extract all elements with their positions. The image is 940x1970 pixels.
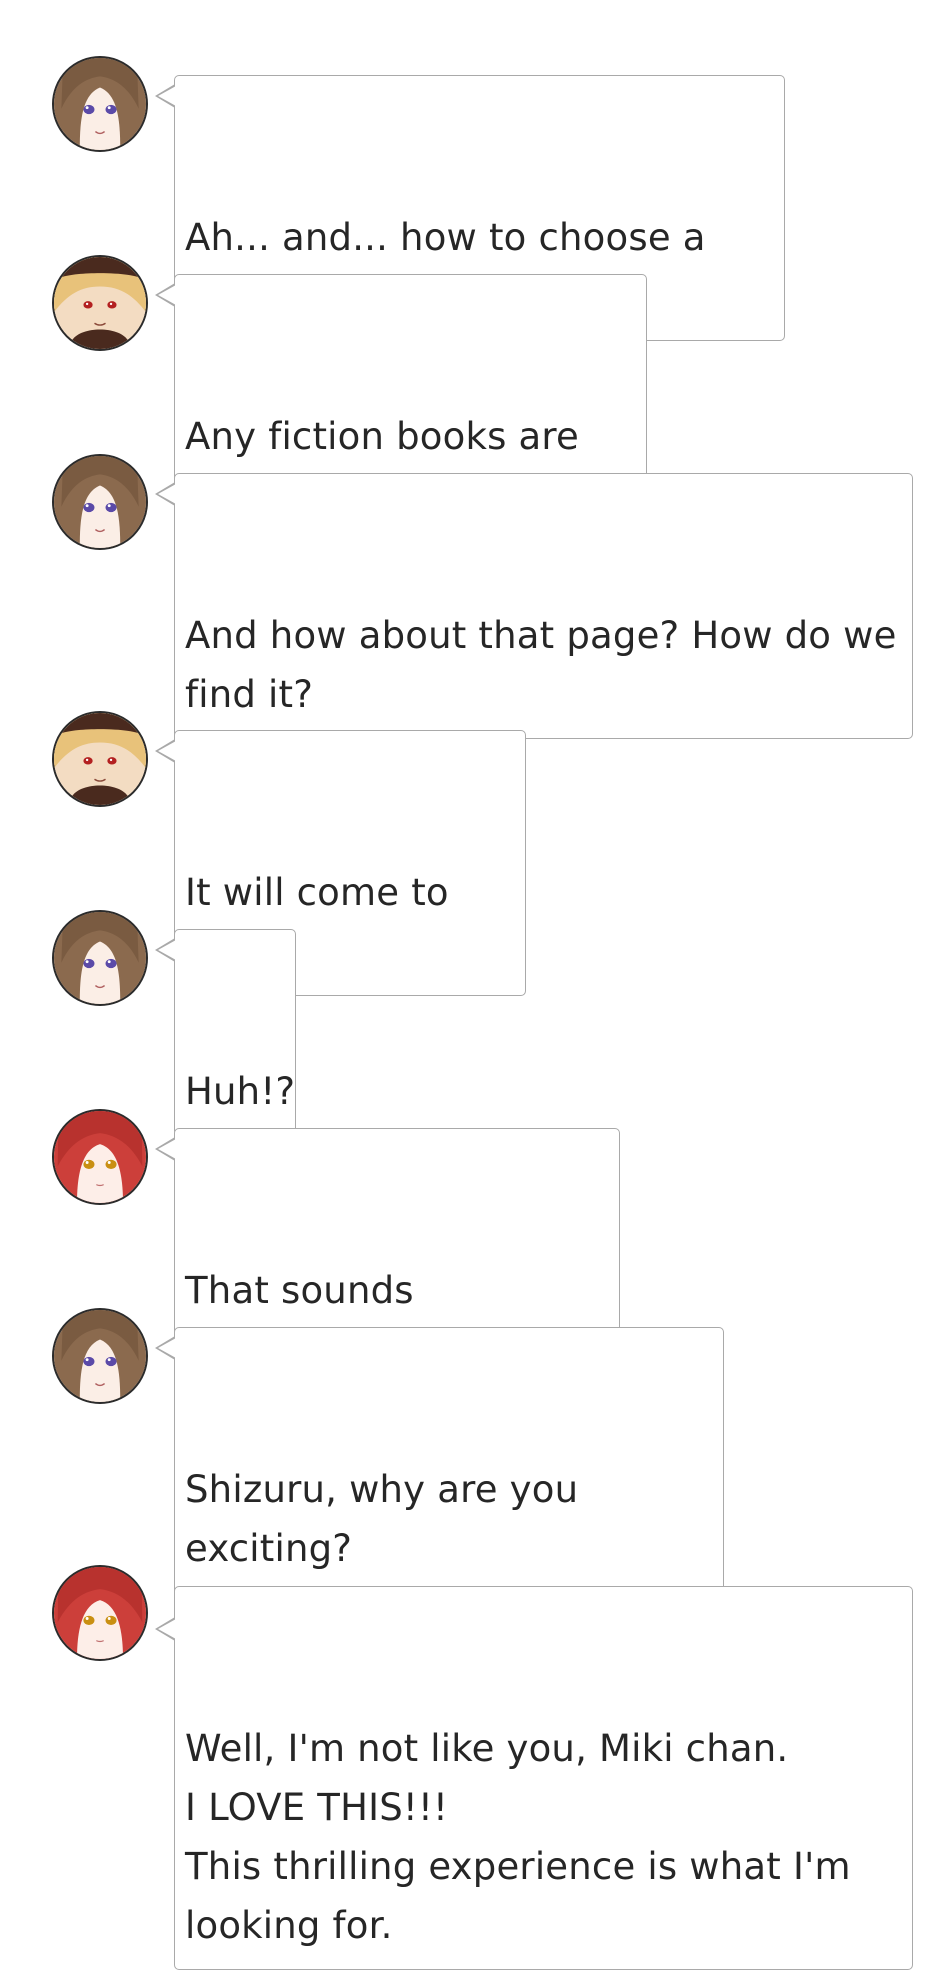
miki-avatar-icon[interactable] (52, 910, 148, 1006)
blond-boy-avatar-icon[interactable] (52, 711, 148, 807)
shizuru-avatar-icon[interactable] (52, 1109, 148, 1205)
message-bubble: Well, I'm not like you, Miki chan. I LOV… (155, 1586, 913, 1970)
miki-avatar-icon[interactable] (52, 454, 148, 550)
blond-boy-avatar-icon[interactable] (52, 255, 148, 351)
chat-log: Ah... and... how to choose a book? Any f… (0, 0, 940, 1970)
message-text: Huh!? (185, 1070, 296, 1113)
bubble-tail (155, 1336, 176, 1360)
bubble-tail (155, 739, 176, 763)
bubble-tail (155, 283, 176, 307)
bubble-tail (155, 1137, 176, 1161)
bubble-tail (155, 1617, 176, 1641)
miki-avatar-icon[interactable] (52, 56, 148, 152)
message-bubble: Huh!? (155, 929, 296, 1136)
miki-avatar-icon[interactable] (52, 1308, 148, 1404)
message-text: And how about that page? How do we find … (185, 614, 897, 716)
message-bubble: And how about that page? How do we find … (155, 473, 913, 739)
bubble-tail (155, 938, 176, 962)
bubble-tail (155, 84, 176, 108)
shizuru-avatar-icon[interactable] (52, 1565, 148, 1661)
message-text: Well, I'm not like you, Miki chan. I LOV… (185, 1727, 851, 1947)
bubble-tail (155, 482, 176, 506)
